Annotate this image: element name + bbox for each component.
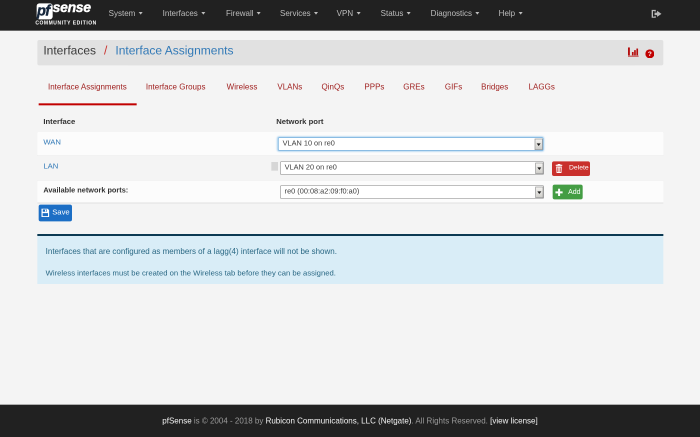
svg-text:?: ? — [648, 51, 652, 58]
